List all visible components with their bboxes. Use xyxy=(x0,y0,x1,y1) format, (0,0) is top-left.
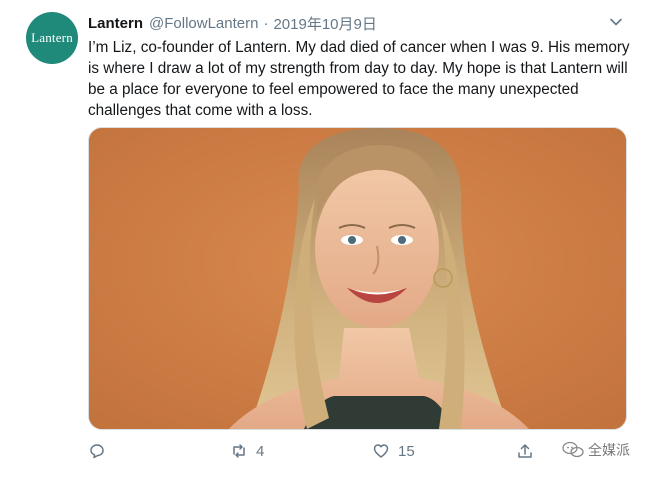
retweet-count: 4 xyxy=(256,442,265,460)
tweet-date[interactable]: 2019年10月9日 xyxy=(273,13,376,34)
retweet-icon xyxy=(233,444,245,458)
reply-icon xyxy=(90,444,104,459)
portrait-photo-illustration xyxy=(89,128,626,429)
watermark-text: 全媒派 xyxy=(588,443,630,459)
tweet-text: I’m Liz, co-founder of Lantern. My dad d… xyxy=(88,39,630,119)
author-name[interactable]: Lantern xyxy=(88,15,143,32)
tweet-actions: 4 15 xyxy=(88,438,633,464)
tweet-card[interactable]: Lantern Lantern @FollowLantern · 2019年10… xyxy=(0,0,650,477)
chat-bubble-icon xyxy=(562,441,584,458)
avatar[interactable]: Lantern xyxy=(26,12,78,64)
share-button[interactable] xyxy=(516,438,534,464)
retweet-button[interactable]: 4 xyxy=(230,438,264,464)
like-button[interactable]: 15 xyxy=(372,438,415,464)
share-icon xyxy=(518,444,532,458)
reply-button[interactable] xyxy=(88,438,106,464)
tweet-photo[interactable] xyxy=(88,127,627,430)
avatar-logo-text: Lantern xyxy=(31,30,73,45)
watermark: 全媒派 xyxy=(562,440,630,460)
author-handle[interactable]: @FollowLantern xyxy=(149,15,258,32)
chevron-down-icon[interactable] xyxy=(608,14,624,30)
like-count: 15 xyxy=(398,442,415,460)
header-separator: · xyxy=(263,14,269,32)
heart-icon xyxy=(373,444,389,458)
tweet-header: Lantern @FollowLantern · 2019年10月9日 xyxy=(88,12,630,34)
